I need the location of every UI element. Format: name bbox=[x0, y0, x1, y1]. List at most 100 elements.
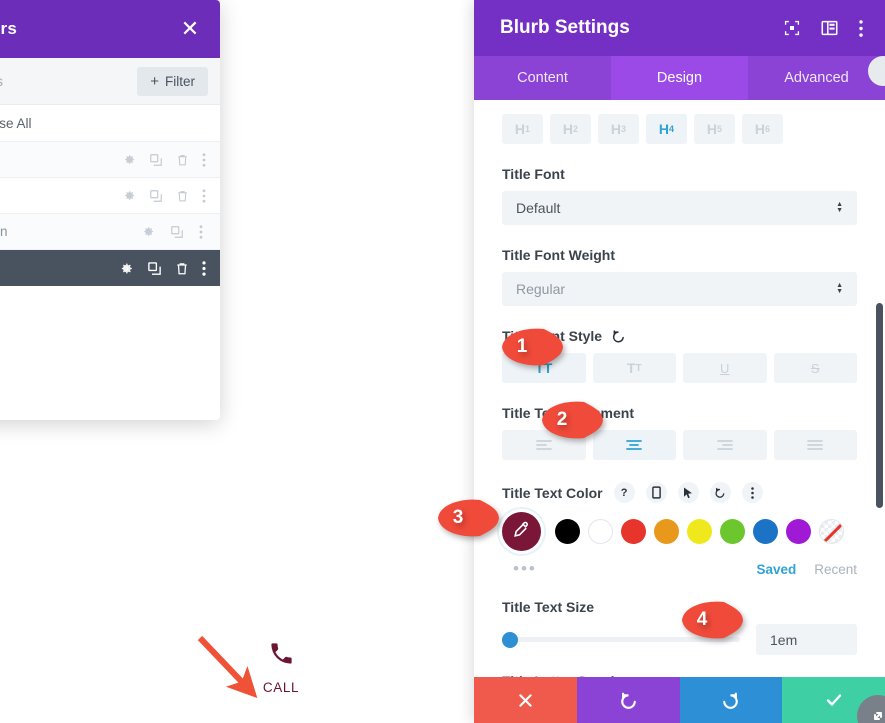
color-swatch-orange[interactable] bbox=[654, 519, 679, 544]
title-font-label: Title Font bbox=[502, 166, 565, 182]
callout-pin-1-label: 1 bbox=[516, 336, 528, 357]
chevron-updown-icon: ▲ ▼ bbox=[836, 282, 843, 295]
tab-design[interactable]: Design bbox=[611, 56, 748, 100]
layers-modal-header: Layers ✕ bbox=[0, 0, 220, 58]
page-title: Blurb Settings bbox=[500, 17, 630, 38]
title-font-select[interactable]: Default ▲ ▼ bbox=[502, 191, 857, 225]
trash-icon[interactable] bbox=[176, 189, 189, 203]
underline-button[interactable]: U bbox=[683, 353, 767, 383]
chevron-updown-icon: ▲ ▼ bbox=[836, 201, 843, 214]
reset-icon[interactable] bbox=[709, 482, 731, 503]
align-center-button[interactable] bbox=[592, 430, 676, 460]
help-icon[interactable]: ? bbox=[613, 482, 635, 503]
more-icon[interactable] bbox=[202, 188, 206, 203]
layer-name: Column bbox=[0, 224, 8, 239]
expand-icon[interactable] bbox=[784, 20, 800, 36]
duplicate-icon[interactable] bbox=[149, 153, 163, 167]
settings-scrollbar[interactable] bbox=[876, 303, 883, 508]
color-swatch-green[interactable] bbox=[720, 519, 745, 544]
layers-modal: Layers ✕ Layers + Filter Collapse All bbox=[0, 0, 220, 420]
next-field-label: Title Letter Spacing bbox=[502, 673, 857, 677]
more-icon[interactable] bbox=[199, 224, 203, 239]
collapse-all-row[interactable]: Collapse All bbox=[0, 105, 220, 142]
redo-button[interactable] bbox=[679, 677, 783, 723]
tab-saved-colors[interactable]: Saved bbox=[756, 562, 796, 577]
more-vertical-icon[interactable] bbox=[859, 19, 863, 37]
color-swatch-red[interactable] bbox=[621, 519, 646, 544]
layers-toolbar: Layers + Filter bbox=[0, 58, 220, 105]
more-colors-icon[interactable]: ••• bbox=[502, 559, 537, 579]
layers-toolbar-label: Layers bbox=[0, 73, 3, 89]
slider-knob[interactable] bbox=[502, 631, 518, 648]
filter-button[interactable]: + Filter bbox=[137, 66, 208, 96]
plus-icon: + bbox=[150, 72, 159, 90]
title-text-size-input[interactable]: 1em bbox=[756, 624, 857, 655]
duplicate-icon[interactable] bbox=[149, 189, 163, 203]
close-icon[interactable]: ✕ bbox=[178, 17, 202, 41]
color-swatch-row bbox=[502, 512, 857, 551]
gear-icon[interactable] bbox=[140, 224, 155, 239]
lowercase-button[interactable]: TT bbox=[592, 353, 676, 383]
table-row[interactable] bbox=[0, 142, 220, 178]
call-blurb-label: CALL bbox=[262, 680, 300, 695]
heading-level-h6[interactable]: H6 bbox=[742, 114, 783, 144]
more-vertical-icon[interactable] bbox=[741, 482, 763, 503]
align-justify-button[interactable] bbox=[773, 430, 857, 460]
heading-level-h5[interactable]: H5 bbox=[694, 114, 735, 144]
call-blurb[interactable]: CALL bbox=[245, 640, 317, 695]
gear-icon[interactable] bbox=[121, 188, 136, 203]
strikethrough-button[interactable]: S bbox=[773, 353, 857, 383]
align-right-button[interactable] bbox=[683, 430, 767, 460]
table-row[interactable]: Column bbox=[0, 214, 220, 250]
color-swatch-white[interactable] bbox=[588, 519, 613, 544]
tab-content[interactable]: Content bbox=[474, 56, 611, 100]
color-swatch-yellow[interactable] bbox=[687, 519, 712, 544]
eyedropper-icon bbox=[512, 520, 531, 544]
layers-modal-title: Layers bbox=[0, 19, 18, 38]
duplicate-icon[interactable] bbox=[170, 225, 184, 239]
heading-level-group: H1 H2 H3 H4 H5 H6 bbox=[502, 114, 857, 144]
screen: Layers ✕ Layers + Filter Collapse All bbox=[0, 0, 885, 723]
color-swatch-black[interactable] bbox=[555, 519, 580, 544]
tab-recent-colors[interactable]: Recent bbox=[814, 562, 857, 577]
settings-tabs: Content Design Advanced bbox=[474, 56, 885, 100]
heading-level-h1[interactable]: H1 bbox=[502, 114, 543, 144]
tab-advanced[interactable]: Advanced bbox=[748, 56, 885, 100]
cursor-icon[interactable] bbox=[677, 482, 699, 503]
layout-icon[interactable] bbox=[821, 20, 838, 36]
settings-body: H1 H2 H3 H4 H5 H6 Title Font Default ▲ ▼ … bbox=[474, 100, 885, 677]
phone-icon bbox=[268, 643, 295, 671]
color-swatch-footer: ••• Saved Recent bbox=[502, 555, 857, 579]
mobile-icon[interactable] bbox=[645, 482, 667, 503]
settings-footer bbox=[474, 677, 885, 723]
gear-icon[interactable] bbox=[117, 260, 134, 277]
more-icon[interactable] bbox=[202, 152, 206, 167]
title-font-weight-label: Title Font Weight bbox=[502, 247, 616, 263]
selected-color-swatch[interactable] bbox=[502, 512, 541, 551]
undo-button[interactable] bbox=[576, 677, 680, 723]
heading-level-h4[interactable]: H4 bbox=[646, 114, 687, 144]
gear-icon[interactable] bbox=[121, 152, 136, 167]
filter-button-label: Filter bbox=[165, 73, 195, 89]
callout-pin-4-label: 4 bbox=[696, 609, 708, 630]
heading-level-h3[interactable]: H3 bbox=[598, 114, 639, 144]
trash-icon[interactable] bbox=[175, 261, 189, 276]
callout-pin-2-label: 2 bbox=[556, 409, 568, 430]
table-row[interactable]: Blurb bbox=[0, 250, 220, 286]
trash-icon[interactable] bbox=[176, 153, 189, 167]
color-swatch-transparent[interactable] bbox=[819, 519, 844, 544]
title-font-weight-value: Regular bbox=[516, 281, 566, 297]
reset-icon[interactable] bbox=[611, 329, 626, 344]
title-font-weight-select[interactable]: Regular ▲ ▼ bbox=[502, 272, 857, 306]
color-swatch-blue[interactable] bbox=[753, 519, 778, 544]
table-row[interactable] bbox=[0, 178, 220, 214]
settings-header: Blurb Settings bbox=[474, 0, 885, 56]
title-font-value: Default bbox=[516, 200, 561, 216]
collapse-all-label: Collapse All bbox=[0, 115, 32, 131]
heading-level-h2[interactable]: H2 bbox=[550, 114, 591, 144]
duplicate-icon[interactable] bbox=[147, 261, 162, 276]
color-swatch-purple[interactable] bbox=[786, 519, 811, 544]
more-icon[interactable] bbox=[202, 260, 206, 276]
callout-pin-3-label: 3 bbox=[452, 507, 464, 528]
cancel-button[interactable] bbox=[474, 677, 577, 723]
